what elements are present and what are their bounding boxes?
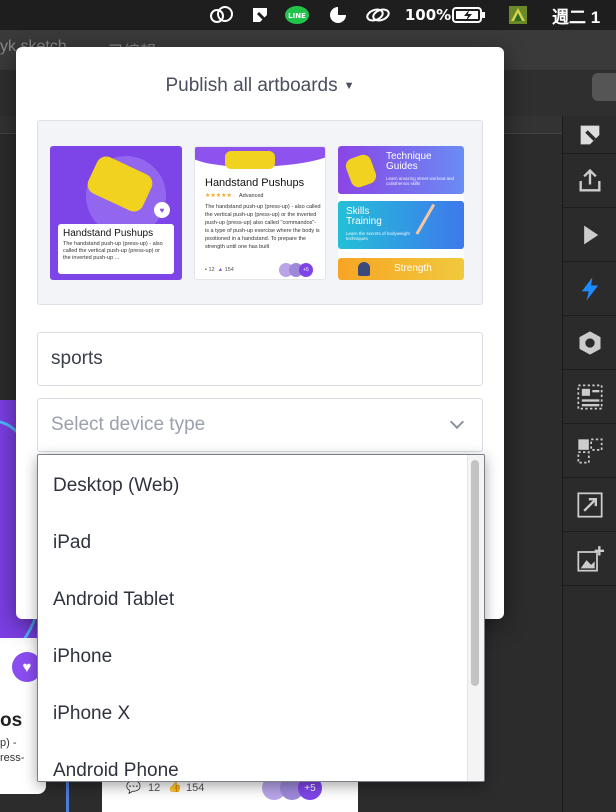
artboard-thumbnail[interactable]: Handstand Pushups ★★★★★ Advanced The han…	[194, 146, 326, 280]
level-label: Advanced	[239, 193, 264, 199]
grid-icon[interactable]	[563, 424, 616, 478]
hexagon-icon[interactable]	[563, 316, 616, 370]
technique-guides-tile: Technique Guides Learn amazing street wo…	[338, 146, 464, 194]
tile-subtitle: Learn the secrets of bodyweight techniqu…	[346, 231, 410, 241]
comment-icon: 💬	[126, 780, 141, 794]
artboard-card-title: Handstand Pushups	[63, 228, 154, 239]
tile-subtitle: Learn amazing street workout and calisth…	[386, 176, 455, 186]
like-icon: ▲	[217, 267, 224, 273]
athlete-illustration	[358, 262, 370, 276]
upload-icon[interactable]	[563, 154, 616, 208]
more-avatars-badge: +5	[299, 263, 313, 277]
svg-text:LINE: LINE	[288, 12, 306, 20]
bolt-icon[interactable]	[563, 262, 616, 316]
list-layout-icon[interactable]	[563, 370, 616, 424]
menu-bar: LINE 100% 週二 1	[0, 0, 616, 30]
line-icon[interactable]: LINE	[284, 5, 310, 25]
background-card-text: p) - ress-	[0, 737, 25, 764]
like-count: 154	[186, 782, 205, 794]
device-option-ipad[interactable]: iPad	[38, 514, 466, 571]
play-icon[interactable]	[563, 208, 616, 262]
tile-title: Technique Guides	[386, 151, 432, 172]
battery-percent: 100%	[404, 6, 452, 24]
athlete-illustration	[343, 152, 379, 190]
device-type-placeholder: Select device type	[51, 414, 206, 435]
strength-tile: Strength	[338, 258, 464, 280]
artboard-detail-text: The handstand push-up (press-up) - also …	[205, 204, 321, 250]
device-type-select[interactable]: Select device type	[37, 398, 483, 452]
artboard-preview-strip: ♥ Handstand Pushups The handstand push-u…	[37, 120, 483, 305]
artboard-card-text: The handstand push-up (press-up) - also …	[63, 241, 163, 261]
tile-title: Strength	[394, 263, 432, 274]
skills-training-tile: Skills Training Learn the secrets of bod…	[338, 201, 464, 249]
heart-icon: ♥	[154, 202, 170, 218]
pie-status-icon[interactable]	[326, 5, 350, 25]
creative-cloud-icon[interactable]	[208, 5, 236, 25]
device-option-desktop-web[interactable]: Desktop (Web)	[38, 457, 466, 514]
tile-title: Skills Training	[346, 206, 382, 227]
like-count: 154	[224, 267, 234, 273]
device-option-iphone[interactable]: iPhone	[38, 628, 466, 685]
resize-icon[interactable]	[563, 478, 616, 532]
artboard-thumbnail[interactable]: Technique Guides Learn amazing street wo…	[338, 146, 464, 280]
avatar-stack: +5	[279, 263, 319, 277]
device-option-iphone-x[interactable]: iPhone X	[38, 685, 466, 742]
right-toolbar	[562, 116, 616, 812]
athlete-illustration	[225, 151, 275, 169]
background-toolbar-button[interactable]	[592, 73, 616, 101]
battery-icon[interactable]	[452, 5, 486, 25]
clock[interactable]: 週二 1	[552, 5, 616, 27]
artboard-detail-title: Handstand Pushups	[205, 177, 305, 189]
device-type-dropdown[interactable]: Desktop (Web) iPad Android Tablet iPhone…	[37, 454, 485, 782]
comment-count: 12	[208, 267, 215, 273]
chevron-down-icon	[449, 414, 465, 430]
athlete-illustration	[415, 203, 459, 249]
craft-menu-icon[interactable]	[249, 5, 271, 25]
device-option-android-phone[interactable]: Android Phone	[38, 742, 466, 781]
popup-title: Publish all artboards	[165, 75, 338, 96]
chevron-down-icon: ▼	[343, 80, 355, 92]
device-option-android-tablet[interactable]: Android Tablet	[38, 571, 466, 628]
artboard-thumbnail[interactable]: ♥ Handstand Pushups The handstand push-u…	[50, 146, 182, 280]
craft-icon[interactable]	[563, 116, 616, 154]
publish-scope-menu[interactable]: Publish all artboards ▼	[16, 75, 504, 97]
app-status-icon[interactable]	[506, 5, 530, 25]
link-status-icon[interactable]	[364, 5, 392, 25]
comment-count: 12	[148, 782, 161, 794]
comment-icon: ▪	[205, 267, 207, 273]
tags-input[interactable]: sports	[37, 332, 483, 386]
add-image-icon[interactable]	[563, 532, 616, 586]
rating-stars: ★★★★★	[205, 193, 232, 199]
dropdown-scrollbar-thumb[interactable]	[471, 460, 479, 686]
artboard-stats: ▪ 12 ▲ 154	[205, 267, 234, 273]
background-card-title: os	[0, 710, 23, 731]
